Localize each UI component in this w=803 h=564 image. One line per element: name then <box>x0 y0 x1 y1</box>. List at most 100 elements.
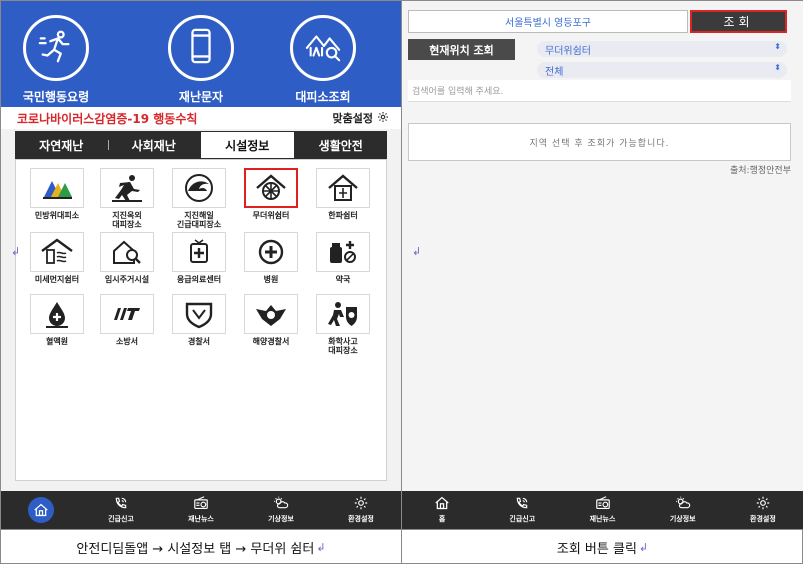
running-person-icon <box>37 27 75 69</box>
tab-facility-info[interactable]: 시설정보 <box>200 131 295 159</box>
facility-label: 해양경찰서 <box>252 337 290 346</box>
paragraph-mark: ↲ <box>316 541 326 554</box>
facility-item-coast-guard[interactable]: 해양경찰서 <box>238 294 304 346</box>
disaster-sms-button[interactable] <box>168 15 234 81</box>
settings-gear-icon <box>353 496 369 514</box>
emergency-call-icon <box>514 496 530 514</box>
nav-emergency-call[interactable]: 긴급신고 <box>81 491 161 529</box>
pharmacy-icon <box>316 232 370 272</box>
nav-label: 재난뉴스 <box>589 515 616 523</box>
action-guide-label: 국민행동요령 <box>22 90 90 104</box>
police-station-icon <box>172 294 226 334</box>
category-tabs: 자연재난 사회재난 시설정보 생활안전 <box>15 131 387 159</box>
facility-label: 미세먼지쉼터 <box>34 275 80 284</box>
facility-item-emergency-medical[interactable]: 응급의료센터 <box>166 232 232 284</box>
chevron-updown-icon: ⬍ <box>774 42 781 51</box>
action-guide-button[interactable] <box>23 15 89 81</box>
facility-label: 한파쉼터 <box>328 211 358 220</box>
home-icon <box>434 496 450 514</box>
left-caption-text: 안전디딤돌앱 → 시설정보 탭 → 무더위 쉼터 <box>76 542 315 557</box>
right-caption: 조회 버튼 클릭 ↲ <box>402 530 803 564</box>
tab-social-disaster[interactable]: 사회재난 <box>107 131 201 159</box>
bottom-nav-left: 긴급신고 재난뉴스 기상정보 환경설정 <box>1 491 401 529</box>
current-location-button[interactable]: 현재위치 조회 <box>408 39 515 60</box>
nav-label: 환경설정 <box>348 515 374 523</box>
covid-notice-link[interactable]: 코로나바이러스감염증-19 행동수칙 <box>17 110 197 127</box>
radio-news-icon <box>595 496 611 514</box>
facility-item-fine-dust[interactable]: 미세먼지쉼터 <box>24 232 90 284</box>
facility-item-cold-shelter[interactable]: 한파쉼터 <box>310 168 376 220</box>
chemical-accident-icon <box>316 294 370 334</box>
facility-item-blood-center[interactable]: 혈액원 <box>24 294 90 346</box>
facility-item-pharmacy[interactable]: 약국 <box>310 232 376 284</box>
civil-defense-shelter-icon <box>30 168 84 208</box>
facility-label: 화학사고 대피장소 <box>328 337 358 355</box>
facility-label: 지진옥외 대피장소 <box>112 211 142 229</box>
covid-notice-bar: 코로나바이러스감염증-19 행동수칙 맞춤설정 <box>1 107 401 129</box>
hero-header: 국민행동요령 재난문자 대피소조회 <box>1 1 401 107</box>
right-app-screen: 서울특별시 영등포구 조회 현재위치 조회 무더위쉼터 ⬍ 전체 ⬍ 검색어를 … <box>402 1 803 529</box>
heat-shelter-icon <box>244 168 298 208</box>
facility-item-temporary-housing[interactable]: 임시주거시설 <box>94 232 160 284</box>
emergency-medical-icon <box>172 232 226 272</box>
nav-settings[interactable]: 환경설정 <box>723 491 803 529</box>
weather-icon <box>273 496 289 514</box>
screenshot-frame: 국민행동요령 재난문자 대피소조회 코로나바이러스감염증-19 행동수칙 맞춤설… <box>0 0 803 564</box>
settings-gear-icon <box>755 496 771 514</box>
nav-label: 긴급신고 <box>108 515 134 523</box>
custom-settings-button[interactable]: 맞춤설정 <box>333 110 389 126</box>
emergency-call-icon <box>113 496 129 514</box>
facility-item-chemical-accident[interactable]: 화학사고 대피장소 <box>310 294 376 355</box>
region-select-field[interactable]: 서울특별시 영등포구 <box>408 10 688 33</box>
nav-disaster-news[interactable]: 재난뉴스 <box>161 491 241 529</box>
tab-daily-safety[interactable]: 생활안전 <box>295 131 388 159</box>
nav-disaster-news[interactable]: 재난뉴스 <box>562 491 642 529</box>
search-input[interactable]: 검색어를 입력해 주세요. <box>408 80 791 102</box>
nav-settings[interactable]: 환경설정 <box>321 491 401 529</box>
right-caption-text: 조회 버튼 클릭 <box>556 542 637 557</box>
facility-grid: 민방위대피소 지진옥외 대피장소 지진해일 긴급대피장소 무더위쉼터 한파쉼터 … <box>15 159 387 481</box>
blood-center-icon <box>30 294 84 334</box>
nav-weather[interactable]: 기상정보 <box>643 491 723 529</box>
hospital-icon <box>244 232 298 272</box>
earthquake-outdoor-icon <box>100 168 154 208</box>
cold-shelter-icon <box>316 168 370 208</box>
facility-item-police-station[interactable]: 경찰서 <box>166 294 232 346</box>
chevron-updown-icon: ⬍ <box>774 63 781 72</box>
search-button[interactable]: 조회 <box>690 10 787 33</box>
nav-home[interactable]: 홈 <box>402 491 482 529</box>
area-select[interactable]: 전체 ⬍ <box>537 62 787 78</box>
facility-label: 소방서 <box>115 337 139 346</box>
nav-emergency-call[interactable]: 긴급신고 <box>482 491 562 529</box>
facility-type-select[interactable]: 무더위쉼터 ⬍ <box>537 41 787 57</box>
paragraph-mark: ↲ <box>412 245 422 258</box>
radio-news-icon <box>193 496 209 514</box>
facility-label: 무더위쉼터 <box>252 211 290 220</box>
disaster-sms-label: 재난문자 <box>178 90 224 104</box>
left-caption: 안전디딤돌앱 → 시설정보 탭 → 무더위 쉼터 ↲ <box>1 530 401 564</box>
nav-label: 홈 <box>438 515 446 523</box>
facility-item-hospital[interactable]: 병원 <box>238 232 304 284</box>
facility-item-civil-defense[interactable]: 민방위대피소 <box>24 168 90 220</box>
tab-natural-disaster[interactable]: 자연재난 <box>15 131 108 159</box>
shelter-search-button[interactable] <box>290 15 356 81</box>
facility-label: 병원 <box>263 275 279 284</box>
result-empty-message: 지역 선택 후 조회가 가능합니다. <box>408 123 791 161</box>
shelter-search-label: 대피소조회 <box>295 90 351 104</box>
left-app-screen: 국민행동요령 재난문자 대피소조회 코로나바이러스감염증-19 행동수칙 맞춤설… <box>1 1 401 529</box>
facility-label: 지진해일 긴급대피장소 <box>176 211 222 229</box>
facility-label: 약국 <box>335 275 351 284</box>
gear-icon <box>377 111 389 126</box>
paragraph-mark: ↲ <box>638 541 649 554</box>
facility-item-heat-shelter[interactable]: 무더위쉼터 <box>238 168 304 220</box>
area-value: 전체 <box>545 66 564 78</box>
nav-home[interactable] <box>1 491 81 529</box>
facility-label: 경찰서 <box>187 337 211 346</box>
temporary-housing-icon <box>100 232 154 272</box>
facility-label: 민방위대피소 <box>34 211 80 220</box>
facility-item-tsunami[interactable]: 지진해일 긴급대피장소 <box>166 168 232 229</box>
fire-station-icon <box>100 294 154 334</box>
facility-item-earthquake-outdoor[interactable]: 지진옥외 대피장소 <box>94 168 160 229</box>
nav-weather[interactable]: 기상정보 <box>241 491 321 529</box>
facility-item-fire-station[interactable]: 소방서 <box>94 294 160 346</box>
